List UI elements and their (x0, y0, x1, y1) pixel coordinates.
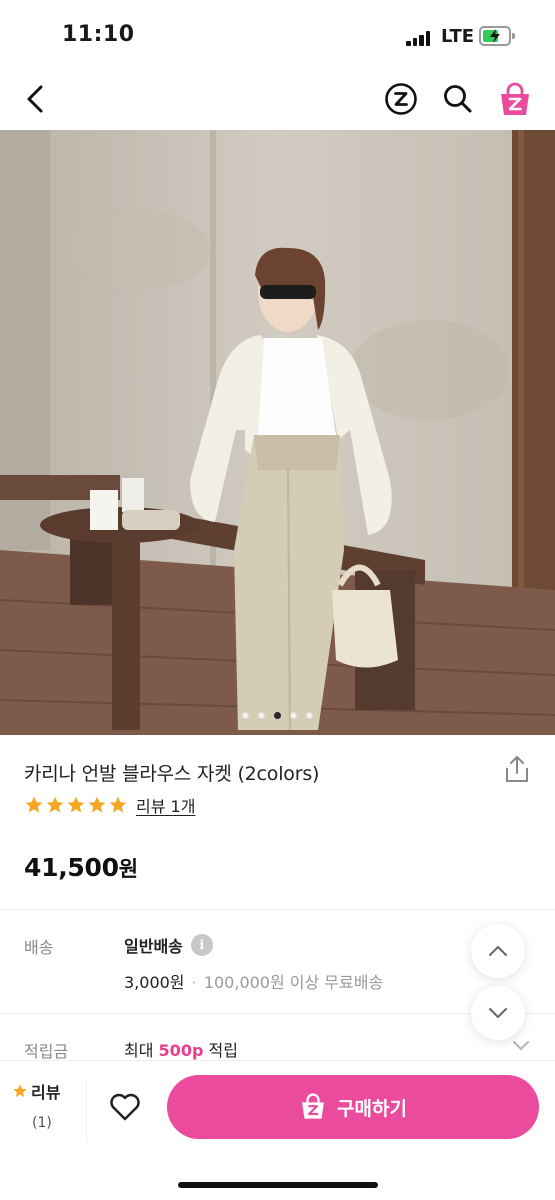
shipping-method: 일반배송 i (124, 933, 213, 957)
review-tab-count: (1) (32, 1115, 52, 1131)
buy-button[interactable]: 구매하기 (167, 1075, 539, 1139)
chevron-down-icon[interactable] (512, 1040, 530, 1052)
cart-z-icon (302, 1093, 324, 1119)
product-title: 카리나 언발 블라우스 자켓 (2colors) (24, 763, 320, 785)
cart-button[interactable] (497, 82, 533, 118)
status-time: 11:10 (62, 22, 135, 47)
chevron-up-icon (489, 946, 507, 956)
like-button[interactable] (107, 1089, 143, 1125)
star-icon (109, 796, 127, 813)
points-info: 최대 500p 적립 (124, 1037, 238, 1061)
shipping-fee: 3,000원 · 100,000원 이상 무료배송 (124, 969, 383, 993)
shipping-label: 배송 (24, 938, 54, 957)
free-shipping-condition: 100,000원 이상 무료배송 (203, 973, 384, 992)
pagination-dot[interactable] (242, 712, 249, 719)
scroll-down-button[interactable] (471, 986, 525, 1040)
separator: · (191, 973, 197, 992)
search-button[interactable] (441, 82, 475, 116)
points-suffix: 적립 (208, 1041, 238, 1060)
status-bar: 11:10 LTE (0, 0, 555, 70)
pagination-dot[interactable] (290, 712, 297, 719)
home-indicator (178, 1182, 378, 1188)
cart-z-icon (501, 82, 529, 115)
share-button[interactable] (503, 754, 531, 784)
star-icon (13, 1084, 27, 1097)
shipping-fee-value: 3,000원 (124, 973, 185, 992)
price-value: 41,500 (24, 853, 119, 882)
pagination-dot[interactable] (306, 712, 313, 719)
chevron-down-icon (489, 1008, 507, 1018)
points-prefix: 최대 (124, 1041, 154, 1060)
network-label: LTE (441, 26, 475, 47)
pagination-dot[interactable] (274, 712, 281, 719)
star-rating (24, 795, 128, 815)
pagination-dot[interactable] (258, 712, 265, 719)
review-tab[interactable]: 리뷰 (1) (12, 1079, 72, 1131)
battery-icon (479, 26, 515, 46)
search-icon (444, 85, 472, 113)
image-pagination (0, 712, 555, 719)
star-icon (67, 796, 85, 813)
back-button[interactable] (18, 82, 52, 116)
chevron-left-icon (27, 85, 43, 113)
price-unit: 원 (118, 857, 138, 881)
shipping-method-text: 일반배송 (124, 937, 183, 956)
points-amount: 500p (158, 1041, 204, 1060)
top-nav (0, 70, 555, 130)
review-count-link[interactable]: 리뷰 1개 (136, 793, 195, 817)
review-tab-label: 리뷰 (31, 1083, 61, 1102)
buy-button-label: 구매하기 (337, 1097, 407, 1120)
divider (86, 1079, 87, 1143)
rating-row: 리뷰 1개 (24, 793, 195, 817)
bottom-action-bar: 리뷰 (1) 구매하기 (0, 1060, 555, 1200)
zigzag-button[interactable] (384, 82, 418, 116)
points-label: 적립금 (24, 1042, 69, 1061)
share-icon (506, 756, 528, 782)
star-icon (46, 796, 64, 813)
star-icon (88, 796, 106, 813)
signal-icon (406, 30, 432, 46)
zigzag-z-icon (385, 83, 417, 115)
heart-icon (110, 1093, 140, 1121)
scroll-up-button[interactable] (471, 924, 525, 978)
product-price: 41,500원 (24, 853, 138, 883)
info-icon[interactable]: i (190, 934, 213, 956)
divider (0, 909, 555, 910)
star-icon (25, 796, 43, 813)
product-image[interactable] (0, 130, 555, 735)
